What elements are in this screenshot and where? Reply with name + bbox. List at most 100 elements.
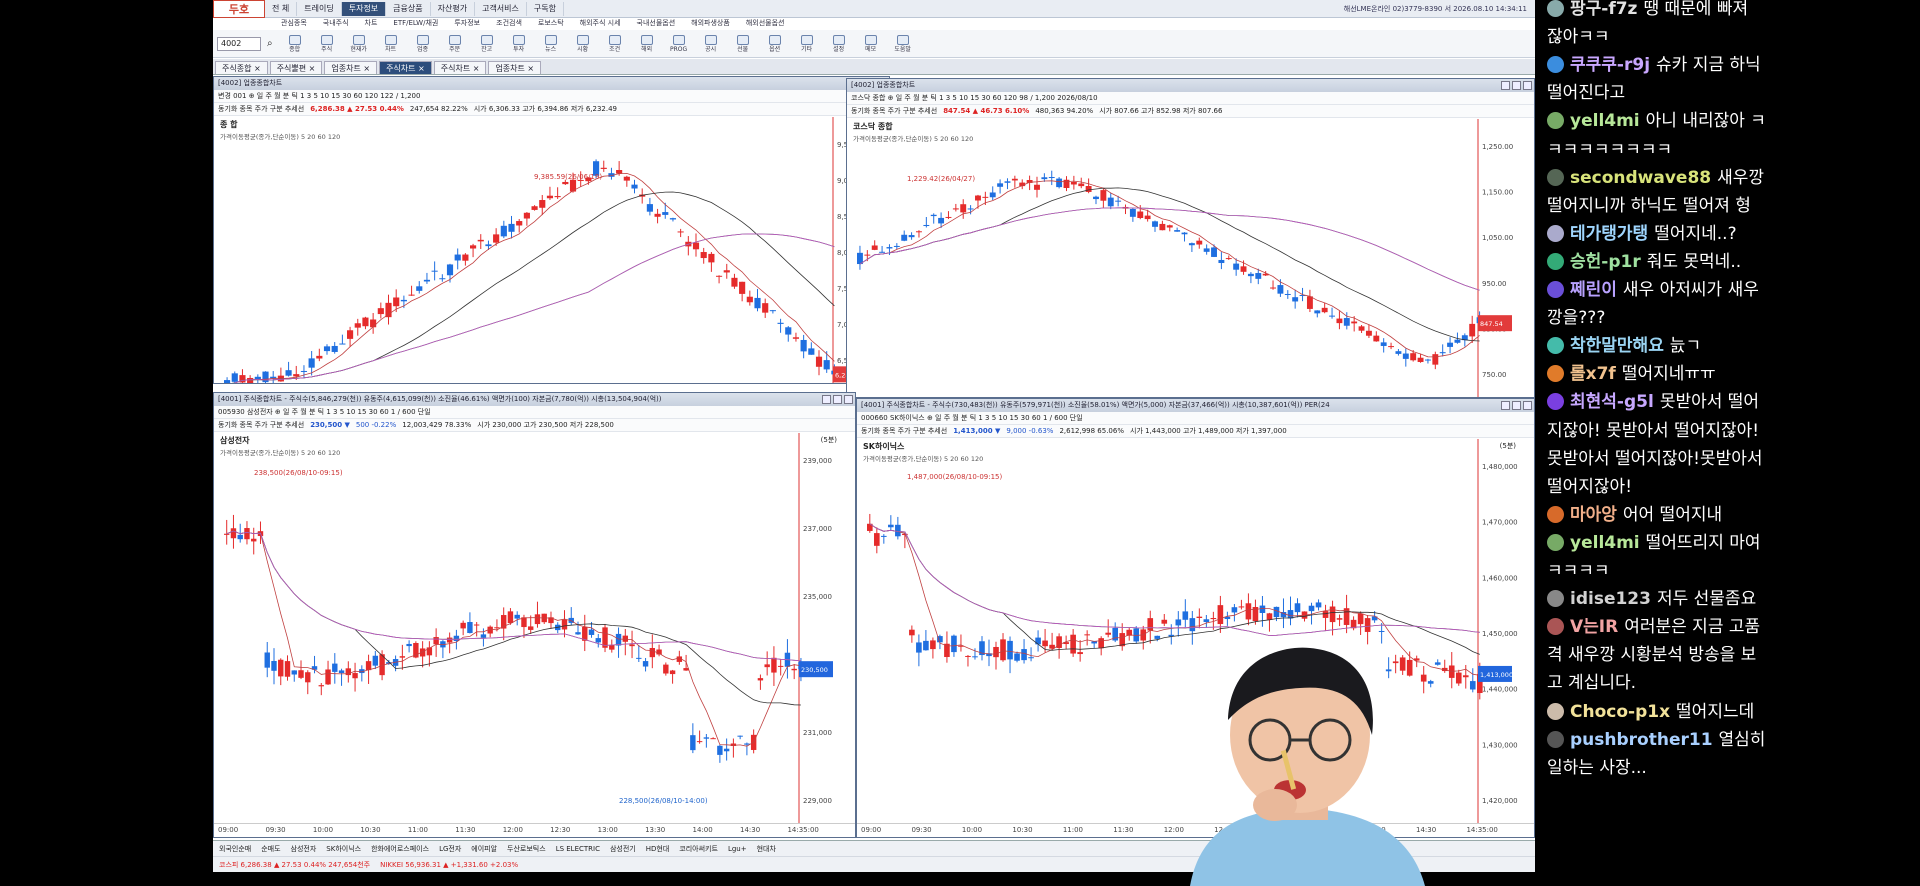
row-buttons[interactable]: 동기화 종목 주가 구분 추세선 xyxy=(218,103,304,115)
chat-nickname[interactable]: Choco-p1x xyxy=(1570,702,1670,722)
toolbar-button-3[interactable]: 차트 xyxy=(375,34,407,53)
submenu-item-8[interactable]: 국내선물옵션 xyxy=(629,18,684,30)
screen-code-input[interactable]: 4002 xyxy=(217,36,261,51)
toolbar-button-16[interactable]: 기타 xyxy=(791,34,823,53)
toolbar-button-13[interactable]: 공시 xyxy=(695,34,727,53)
window-tab-1[interactable]: 주식뿔편 × xyxy=(269,61,323,74)
chat-nickname[interactable]: idise123 xyxy=(1570,589,1651,609)
toolbar-button-0[interactable]: 종합 xyxy=(279,34,311,53)
submenu-item-7[interactable]: 해외주식 시세 xyxy=(572,18,629,30)
chat-message: 팡구-f7z 땡 때문에 빠져 xyxy=(1547,0,1907,23)
maximize-icon[interactable] xyxy=(833,395,842,404)
ticker-tab-5[interactable]: LG전자 xyxy=(439,844,461,854)
candlestick-chart[interactable]: 1,250.001,150.001,050.00950.00850.00750.… xyxy=(847,119,1534,397)
toolbar-button-8[interactable]: 뉴스 xyxy=(535,34,567,53)
toolbar-button-10[interactable]: 조건 xyxy=(599,34,631,53)
ticker-tab-13[interactable]: 현대차 xyxy=(757,844,776,854)
maximize-icon[interactable] xyxy=(1512,81,1521,90)
chart-options-row[interactable]: 005930 삼성전자 ⊕ 일 주 월 분 틱 1 3 5 10 15 30 6… xyxy=(214,406,855,419)
toolbar-button-4[interactable]: 업종 xyxy=(407,34,439,53)
chat-nickname[interactable]: yell4mi xyxy=(1570,533,1640,553)
submenu-item-10[interactable]: 해외선물옵션 xyxy=(738,18,793,30)
ticker-tab-6[interactable]: 에이피알 xyxy=(471,844,497,854)
window-tab-0[interactable]: 주식종합 × xyxy=(215,61,268,74)
submenu-item-9[interactable]: 해외파생상품 xyxy=(683,18,738,30)
ticker-tab-3[interactable]: SK하이닉스 xyxy=(326,844,361,854)
search-icon[interactable]: ⌕ xyxy=(267,38,273,49)
close-icon[interactable] xyxy=(844,395,853,404)
toolbar-button-5[interactable]: 주문 xyxy=(439,34,471,53)
candle-body xyxy=(609,644,615,650)
menu-tab-6[interactable]: 구독함 xyxy=(527,1,564,16)
toolbar-button-12[interactable]: PROG xyxy=(663,34,695,53)
chat-nickname[interactable]: 테가탱가탱 xyxy=(1570,224,1648,244)
toolbar-button-15[interactable]: 옵션 xyxy=(759,34,791,53)
window-tab-2[interactable]: 업종차트 × xyxy=(324,61,378,74)
candlestick-chart[interactable]: 239,000237,000235,000233,000231,000229,0… xyxy=(214,433,855,823)
chat-nickname[interactable]: secondwave88 xyxy=(1570,168,1711,188)
chart-options-row[interactable]: 000660 SK하이닉스 ⊕ 일 주 월 분 틱 1 3 5 10 15 30… xyxy=(857,412,1534,425)
chat-nickname[interactable]: 착한말만해요 xyxy=(1570,336,1664,356)
chat-nickname[interactable]: 팡구-f7z xyxy=(1570,0,1637,19)
toolbar-button-1[interactable]: 주식 xyxy=(311,34,343,53)
chart-options-row[interactable]: 코스닥 종합 ⊕ 일 주 월 분 틱 1 3 5 10 15 30 60 120… xyxy=(847,92,1534,105)
chat-nickname[interactable]: 최현석-g5l xyxy=(1570,392,1654,412)
toolbar-button-11[interactable]: 해외 xyxy=(631,34,663,53)
toolbar-button-9[interactable]: 시황 xyxy=(567,34,599,53)
window-tab-5[interactable]: 업종차트 × xyxy=(488,61,542,74)
x-axis: 09:00 09:30 10:00 10:30 11:00 11:30 12:00 12:30… xyxy=(214,823,855,837)
chat-nickname[interactable]: pushbrother11 xyxy=(1570,730,1713,750)
toolbar-button-14[interactable]: 선물 xyxy=(727,34,759,53)
submenu-item-2[interactable]: 차트 xyxy=(357,18,386,30)
toolbar-button-18[interactable]: 메모 xyxy=(855,34,887,53)
chat-nickname[interactable]: 승헌-p1r xyxy=(1570,252,1641,272)
maximize-icon[interactable] xyxy=(1512,401,1521,410)
ticker-tab-7[interactable]: 두산로보틱스 xyxy=(507,844,546,854)
submenu-item-3[interactable]: ETF/ELW/채권 xyxy=(385,18,446,30)
menu-tab-0[interactable]: 전 체 xyxy=(265,1,298,16)
ticker-tab-9[interactable]: 삼성전기 xyxy=(610,844,636,854)
close-icon[interactable] xyxy=(1523,401,1532,410)
ticker-tab-1[interactable]: 순매도 xyxy=(261,844,280,854)
submenu-item-1[interactable]: 국내주식 xyxy=(315,18,357,30)
menu-tab-1[interactable]: 트레이딩 xyxy=(297,1,342,16)
submenu-item-4[interactable]: 투자정보 xyxy=(446,18,488,30)
row-buttons[interactable]: 동기화 종목 주가 구분 추세선 xyxy=(218,419,304,431)
menu-tab-2[interactable]: 투자정보 xyxy=(341,1,387,16)
toolbar-button-2[interactable]: 현재가 xyxy=(343,34,375,53)
ticker-tab-0[interactable]: 외국인순매 xyxy=(219,844,251,854)
menu-tab-3[interactable]: 금융상품 xyxy=(386,1,431,16)
ticker-tab-4[interactable]: 한화에어로스페이스 xyxy=(371,844,429,854)
ticker-tab-10[interactable]: HD현대 xyxy=(646,844,670,854)
chat-nickname[interactable]: 롤x7f xyxy=(1570,364,1616,384)
row-buttons[interactable]: 동기화 종목 주가 구분 추세선 xyxy=(861,425,947,437)
candlestick-chart[interactable]: 9,500.009,000.008,500.008,000.007,500.00… xyxy=(214,117,889,383)
menu-tab-5[interactable]: 고객서비스 xyxy=(475,1,527,16)
chat-nickname[interactable]: 마아앙 xyxy=(1570,505,1617,525)
toolbar-button-7[interactable]: 투자 xyxy=(503,34,535,53)
ticker-tab-2[interactable]: 삼성전자 xyxy=(291,844,317,854)
row-buttons[interactable]: 동기화 종목 주가 구분 추세선 xyxy=(851,105,937,117)
ticker-tab-12[interactable]: Lgu+ xyxy=(728,845,747,853)
window-tab-3[interactable]: 주식차트 × xyxy=(379,61,432,74)
toolbar-button-17[interactable]: 설정 xyxy=(823,34,855,53)
minimize-icon[interactable] xyxy=(822,395,831,404)
submenu-item-0[interactable]: 관심종목 xyxy=(273,18,315,30)
close-icon[interactable] xyxy=(1523,81,1532,90)
chart-options-row[interactable]: 변경 001 ⊕ 일 주 월 분 틱 1 3 5 10 15 30 60 120… xyxy=(214,90,889,103)
chat-nickname[interactable]: V는IR xyxy=(1570,617,1618,637)
window-tab-4[interactable]: 주식차트 × xyxy=(433,61,487,74)
submenu-item-5[interactable]: 조건검색 xyxy=(488,18,530,30)
chat-nickname[interactable]: yell4mi xyxy=(1570,111,1640,131)
ticker-tab-8[interactable]: LS ELECTRIC xyxy=(556,845,600,853)
chat-message: yell4mi 떨어뜨리지 마여 xyxy=(1547,530,1907,557)
menu-tab-4[interactable]: 자산평가 xyxy=(431,1,476,16)
ticker-tab-11[interactable]: 코리아써키트 xyxy=(679,844,718,854)
chat-nickname[interactable]: 쿠쿠쿠-r9j xyxy=(1570,55,1650,75)
minimize-icon[interactable] xyxy=(1501,81,1510,90)
toolbar-button-19[interactable]: 도움말 xyxy=(887,34,919,53)
minimize-icon[interactable] xyxy=(1501,401,1510,410)
chat-nickname[interactable]: 쩨린이 xyxy=(1570,280,1617,300)
toolbar-button-6[interactable]: 잔고 xyxy=(471,34,503,53)
submenu-item-6[interactable]: 로보스탁 xyxy=(530,18,572,30)
